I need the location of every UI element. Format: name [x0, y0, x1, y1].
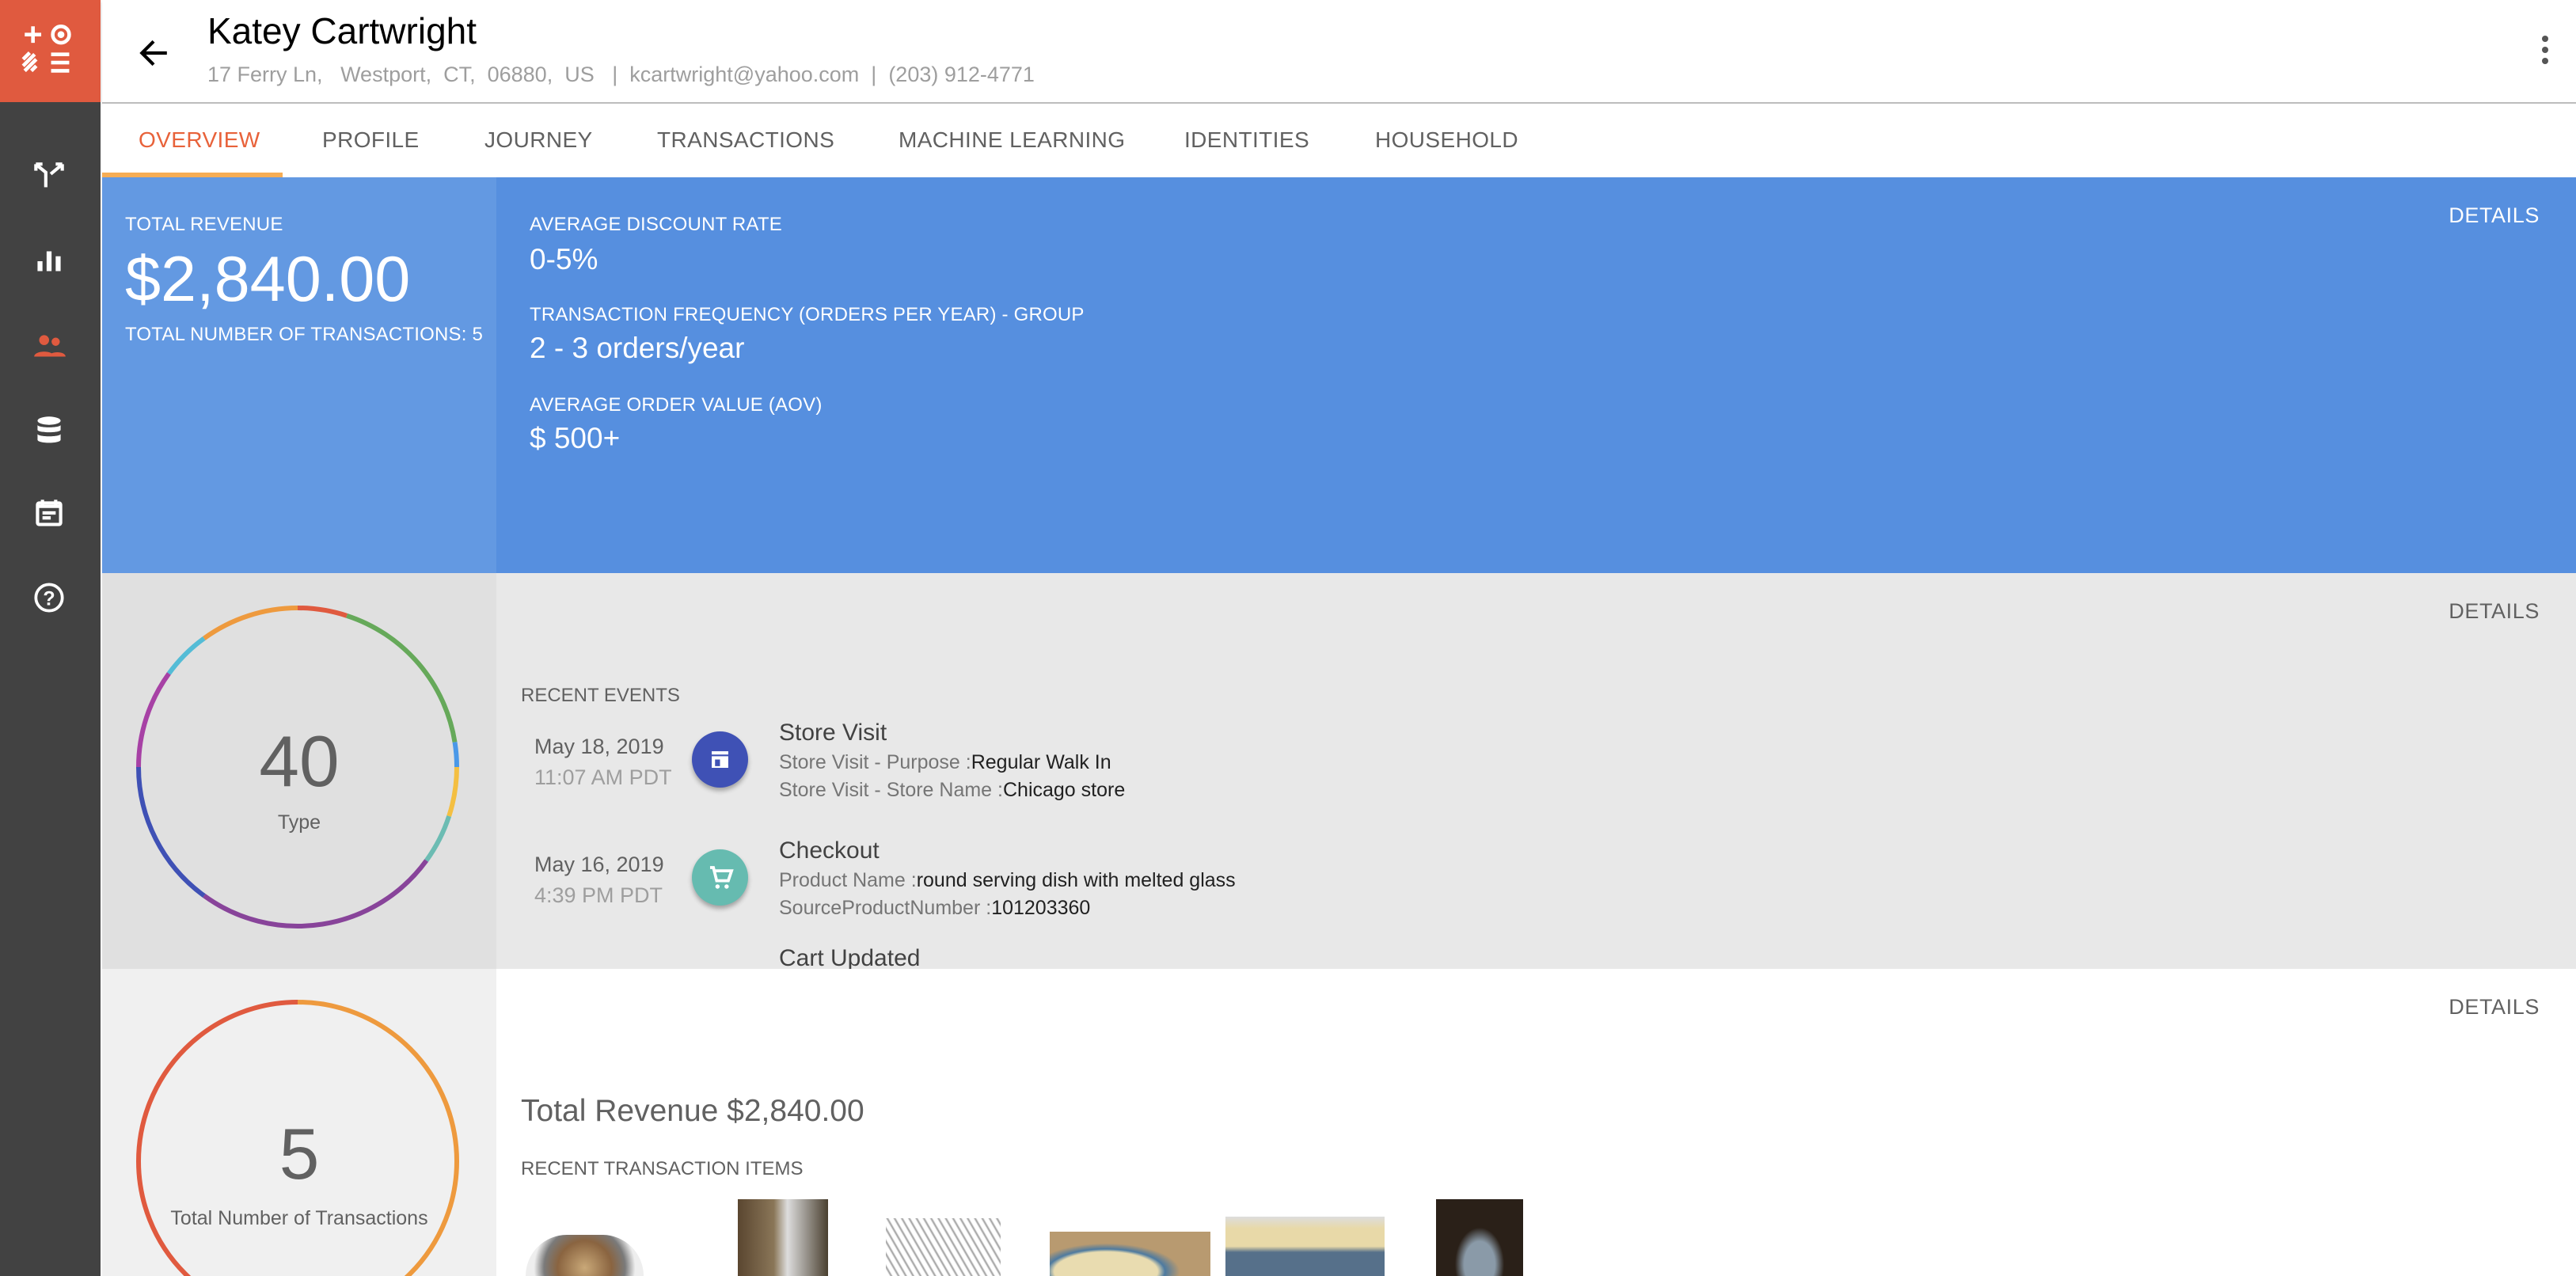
total-revenue-value: $2,840.00 — [125, 244, 411, 315]
help-icon[interactable]: ? — [29, 578, 69, 617]
logo-icon — [21, 25, 71, 73]
details-button[interactable]: DETAILS — [2449, 203, 2540, 228]
contact-line: 17 Ferry Ln, Westport, CT, 06880, US | k… — [207, 63, 1035, 87]
revenue-card: TOTAL REVENUE $2,840.00 TOTAL NUMBER OF … — [102, 177, 496, 573]
metric-label: AVERAGE ORDER VALUE (AOV) — [530, 394, 823, 416]
donut-segment[interactable] — [166, 636, 206, 675]
people-icon[interactable] — [29, 327, 69, 366]
journey-split-icon[interactable] — [29, 158, 69, 197]
recent-events-panel: DETAILS RECENT EVENTS May 18, 2019 11:07… — [496, 573, 2576, 969]
event-item[interactable]: May 16, 2019 4:39 PM PDT Checkout Produc… — [496, 836, 1975, 935]
tab-machine-learning[interactable]: MACHINE LEARNING — [899, 104, 1125, 177]
total-revenue-heading: Total Revenue $2,840.00 — [521, 1094, 864, 1128]
store-icon — [692, 731, 748, 788]
metrics-card: DETAILS AVERAGE DISCOUNT RATE 0-5% TRANS… — [496, 177, 2576, 573]
event-title: Checkout — [779, 837, 880, 864]
database-icon[interactable] — [29, 411, 69, 450]
event-detail: Store Visit - Store Name :Chicago store — [779, 779, 1126, 801]
transaction-item-image[interactable] — [1225, 1217, 1385, 1276]
event-time: 11:07 AM PDT — [534, 765, 672, 789]
event-date: May 16, 2019 — [534, 853, 664, 876]
sidebar: ? — [0, 0, 101, 1276]
transactions-chart-panel: 5 Total Number of Transactions — [102, 969, 496, 1276]
donut-center-label: Type — [277, 811, 321, 834]
donut-segment[interactable] — [203, 859, 429, 929]
total-revenue-label: TOTAL REVENUE — [125, 214, 283, 235]
event-detail: SourceProductNumber :101203360 — [779, 897, 1091, 919]
donut-segment[interactable] — [297, 606, 348, 618]
donut-center-label: Total Number of Transactions — [170, 1207, 428, 1229]
transaction-item-image[interactable] — [526, 1235, 644, 1276]
tab-household[interactable]: HOUSEHOLD — [1375, 104, 1518, 177]
event-detail: Store Visit - Purpose :Regular Walk In — [779, 751, 1111, 773]
metric-label: TRANSACTION FREQUENCY (ORDERS PER YEAR) … — [530, 304, 1085, 325]
bar-chart-icon[interactable] — [29, 241, 69, 281]
tab-profile[interactable]: PROFILE — [322, 104, 420, 177]
separator: | — [612, 63, 618, 86]
tab-transactions[interactable]: TRANSACTIONS — [657, 104, 834, 177]
donut-center-value: 40 — [259, 722, 340, 802]
address: 17 Ferry Ln, Westport, CT, 06880, US — [207, 63, 595, 86]
back-arrow-icon[interactable] — [137, 36, 170, 70]
email: kcartwright@yahoo.com — [629, 63, 860, 86]
event-date: May 18, 2019 — [534, 735, 664, 758]
metric-value: 2 - 3 orders/year — [530, 332, 745, 364]
svg-text:?: ? — [43, 587, 55, 610]
details-button[interactable]: DETAILS — [2449, 995, 2540, 1020]
details-button[interactable]: DETAILS — [2449, 599, 2540, 624]
transaction-item-image[interactable] — [1050, 1232, 1210, 1276]
calendar-icon[interactable] — [29, 493, 69, 533]
more-vert-icon[interactable] — [2540, 33, 2550, 66]
metric-value: 0-5% — [530, 243, 598, 275]
tab-overview[interactable]: OVERVIEW — [139, 104, 260, 177]
event-item[interactable]: May 18, 2019 11:07 AM PDT Store Visit St… — [496, 718, 1975, 817]
tab-bar: OVERVIEW PROFILE JOURNEY TRANSACTIONS MA… — [102, 104, 2576, 177]
tab-journey[interactable]: JOURNEY — [484, 104, 593, 177]
event-detail: Product Name :round serving dish with me… — [779, 869, 1236, 891]
event-title: Cart Updated — [779, 945, 921, 969]
event-type-chart-panel: 40 Type — [102, 573, 496, 969]
event-title: Store Visit — [779, 720, 887, 746]
cart-icon — [692, 849, 748, 906]
event-time: 4:39 PM PDT — [534, 883, 663, 907]
transaction-item-image[interactable] — [738, 1199, 828, 1276]
app-logo[interactable] — [0, 0, 101, 102]
transaction-item-image[interactable] — [886, 1218, 1001, 1276]
metric-label: AVERAGE DISCOUNT RATE — [530, 214, 782, 235]
donut-segment[interactable] — [203, 606, 298, 640]
recent-transaction-items-heading: RECENT TRANSACTION ITEMS — [521, 1158, 804, 1179]
recent-events-heading: RECENT EVENTS — [521, 685, 680, 706]
separator: | — [871, 63, 877, 86]
total-transactions-label: TOTAL NUMBER OF TRANSACTIONS: 5 — [125, 324, 484, 345]
customer-name: Katey Cartwright — [207, 10, 477, 51]
metric-value: $ 500+ — [530, 422, 621, 454]
donut-center-value: 5 — [279, 1115, 320, 1194]
recent-transactions-panel: DETAILS Total Revenue $2,840.00 RECENT T… — [496, 969, 2576, 1276]
profile-header: Katey Cartwright 17 Ferry Ln, Westport, … — [102, 0, 2576, 104]
phone: (203) 912-4771 — [888, 63, 1035, 86]
tab-identities[interactable]: IDENTITIES — [1184, 104, 1309, 177]
transaction-item-image[interactable] — [1436, 1199, 1523, 1276]
